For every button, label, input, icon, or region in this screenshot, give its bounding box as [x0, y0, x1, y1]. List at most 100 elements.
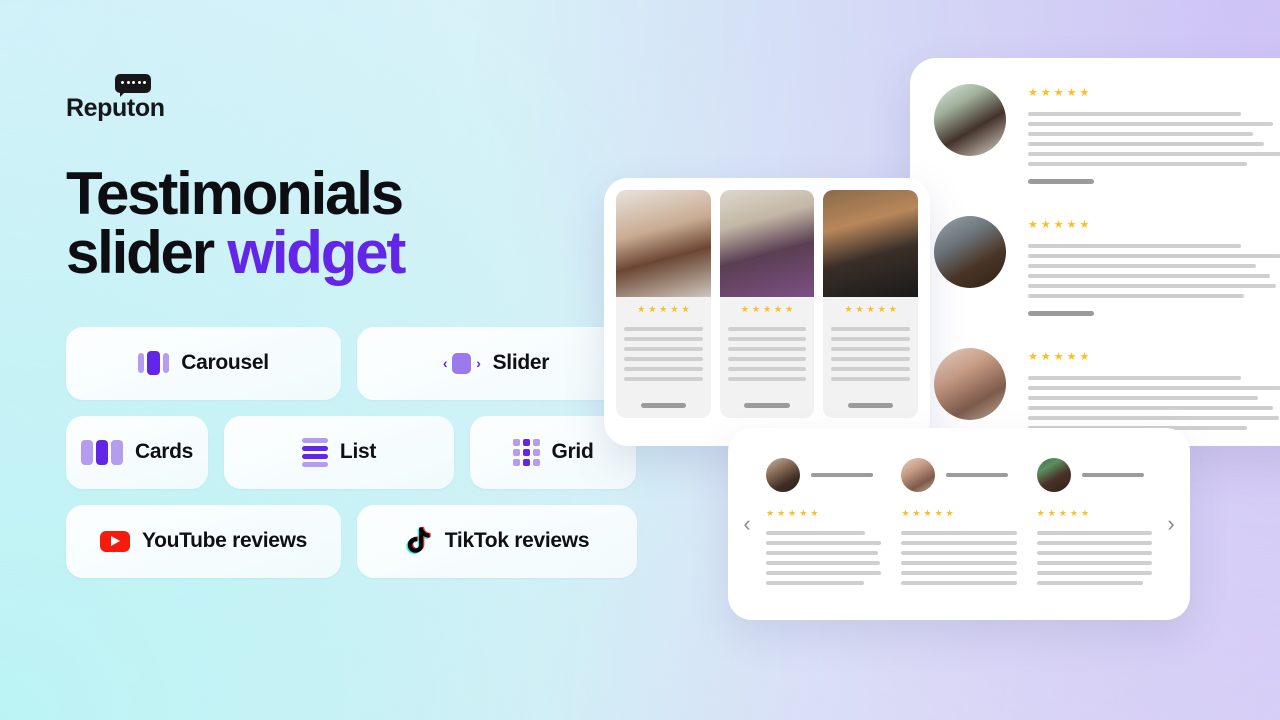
option-slider[interactable]: ‹ › Slider: [357, 326, 635, 400]
list-item: ★ ★ ★ ★ ★: [910, 216, 1280, 322]
reviewer-photo: [719, 190, 815, 297]
headline-line-2-plain: slider: [66, 218, 228, 286]
text-line: [1028, 162, 1247, 166]
avatar: [934, 84, 1006, 156]
text-line: [727, 377, 807, 381]
text-line: [1036, 570, 1152, 575]
text-line: [1028, 122, 1273, 126]
reviewer-name-bar: [811, 472, 873, 477]
hero-left-column: Reputon Testimonials slider widget Carou…: [66, 74, 666, 594]
reviewer-name-bar: [640, 403, 687, 408]
text-line: [624, 347, 703, 351]
carousel-prev-button[interactable]: ‹: [738, 513, 756, 535]
text-line: [901, 560, 1017, 565]
text-line: [766, 580, 865, 585]
text-line: [727, 357, 807, 361]
list-layout-preview[interactable]: ★ ★ ★ ★ ★ ★ ★ ★ ★ ★ ★ ★ ★ ★ ★: [910, 58, 1280, 448]
star-icon: ★: [901, 507, 910, 518]
text-line: [901, 550, 1017, 555]
rating-stars: ★ ★ ★ ★ ★: [1028, 220, 1280, 231]
text-line: [1028, 254, 1280, 258]
layout-options-row-3: YouTube reviews TikTok reviews: [66, 504, 666, 578]
star-icon: ★: [1028, 219, 1038, 231]
headline-line-2-accent: widget: [227, 218, 406, 286]
option-youtube-reviews-label: YouTube reviews: [141, 529, 308, 553]
text-line: [1028, 244, 1242, 248]
star-icon: ★: [1053, 351, 1064, 363]
cards-layout-preview[interactable]: ★ ★ ★ ★ ★ ★ ★ ★ ★ ★ ★ ★ ★ ★ ★: [604, 178, 930, 446]
star-icon: ★: [866, 304, 875, 314]
reviewer-name-bar: [744, 403, 790, 408]
text-line: [1036, 560, 1152, 565]
star-icon: ★: [810, 507, 819, 518]
carousel-icon: [138, 351, 170, 376]
text-line: [1036, 580, 1143, 585]
star-icon: ★: [785, 304, 794, 314]
star-icon: ★: [1066, 87, 1077, 99]
avatar: [1036, 457, 1071, 492]
star-icon: ★: [659, 304, 668, 314]
star-icon: ★: [1079, 351, 1090, 363]
star-icon: ★: [1079, 87, 1090, 99]
rating-stars: ★ ★ ★ ★ ★: [766, 507, 881, 518]
rating-stars: ★ ★ ★ ★ ★: [831, 305, 910, 314]
avatar: [766, 457, 800, 492]
layout-options-row-1: Carousel ‹ › Slider: [66, 326, 666, 400]
list-icon: [301, 437, 328, 467]
option-carousel[interactable]: Carousel: [66, 326, 341, 400]
star-icon: ★: [774, 304, 783, 314]
text-line: [831, 327, 911, 331]
star-icon: ★: [912, 507, 921, 518]
carousel-layout-preview[interactable]: ‹ ★ ★ ★ ★ ★ ★ ★ ★ ★ ★ ★ ★ ★ ★ ★ ›: [728, 428, 1190, 620]
text-line: [1028, 406, 1273, 410]
avatar: [901, 457, 936, 492]
text-line: [624, 337, 703, 341]
text-line: [831, 367, 911, 371]
brand-logo[interactable]: Reputon: [66, 74, 165, 122]
rating-stars: ★ ★ ★ ★ ★: [1036, 507, 1152, 518]
text-line: [1028, 294, 1244, 298]
text-line: [1028, 386, 1280, 390]
option-cards[interactable]: Cards: [66, 415, 208, 489]
reviewer-name-bar: [1081, 472, 1144, 477]
text-line: [624, 357, 703, 361]
youtube-icon: [99, 530, 130, 552]
rating-stars: ★ ★ ★ ★ ★: [728, 305, 807, 314]
option-youtube-reviews[interactable]: YouTube reviews: [66, 504, 341, 578]
text-line: [831, 347, 911, 351]
star-icon: ★: [1066, 219, 1077, 231]
star-icon: ★: [1036, 507, 1045, 518]
text-line: [727, 347, 807, 351]
star-icon: ★: [1080, 507, 1090, 518]
star-icon: ★: [1028, 351, 1038, 363]
star-icon: ★: [855, 304, 864, 314]
text-line: [1036, 530, 1152, 535]
list-item: ★ ★ ★ ★ ★: [910, 84, 1280, 190]
tiktok-icon: [405, 526, 433, 556]
star-icon: ★: [1069, 507, 1078, 518]
text-line: [624, 327, 703, 331]
star-icon: ★: [923, 507, 932, 518]
text-line: [901, 530, 1017, 535]
text-line: [624, 377, 703, 381]
brand-name: Reputon: [66, 94, 165, 122]
carousel-next-button[interactable]: ›: [1162, 513, 1180, 535]
star-icon: ★: [670, 304, 679, 314]
star-icon: ★: [934, 507, 943, 518]
reviewer-name-bar: [1028, 311, 1095, 316]
star-icon: ★: [751, 304, 760, 314]
rating-stars: ★ ★ ★ ★ ★: [1028, 352, 1280, 363]
layout-options: Carousel ‹ › Slider Cards List Grid YouT…: [66, 326, 666, 578]
slider-icon: ‹ ›: [443, 352, 481, 374]
option-tiktok-reviews[interactable]: TikTok reviews: [357, 504, 637, 578]
reviewer-name-bar: [946, 472, 1009, 477]
text-line: [1028, 112, 1242, 116]
rating-stars: ★ ★ ★ ★ ★: [1028, 88, 1280, 99]
rating-stars: ★ ★ ★ ★ ★: [901, 507, 1016, 518]
option-list[interactable]: List: [224, 415, 454, 489]
text-line: [1028, 416, 1279, 420]
text-line: [727, 337, 807, 341]
carousel-slide: ★ ★ ★ ★ ★: [1027, 457, 1162, 591]
star-icon: ★: [762, 304, 772, 314]
star-icon: ★: [799, 507, 808, 518]
